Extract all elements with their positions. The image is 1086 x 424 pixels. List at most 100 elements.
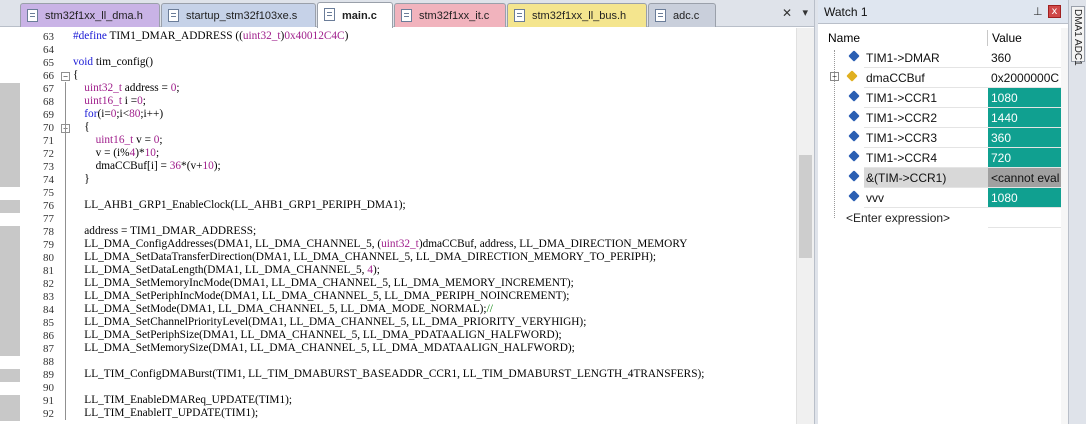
column-name-header[interactable]: Name — [828, 31, 860, 45]
watch-row[interactable]: TIM1->CCR1 1080 — [818, 88, 1061, 108]
watch-row[interactable]: +dmaCCBuf0x2000000C d — [818, 68, 1061, 88]
code-text[interactable]: LL_DMA_SetMode(DMA1, LL_DMA_CHANNEL_5, L… — [73, 303, 493, 315]
watch-value[interactable]: 0x2000000C d — [988, 68, 1061, 88]
code-line[interactable]: 89 LL_TIM_ConfigDMABurst(TIM1, LL_TIM_DM… — [0, 368, 796, 382]
code-text[interactable]: LL_DMA_SetDataTransferDirection(DMA1, LL… — [73, 251, 656, 263]
code-editor[interactable]: stm32f1xx_ll_dma.h startup_stm32f103xe.s… — [0, 0, 814, 424]
breakpoint-margin-marker[interactable] — [0, 239, 20, 252]
breakpoint-margin-marker[interactable] — [0, 252, 20, 265]
code-text[interactable]: v = (i%4)*10; — [73, 147, 160, 159]
code-text[interactable]: LL_DMA_SetMemoryIncMode(DMA1, LL_DMA_CHA… — [73, 277, 574, 289]
enter-expression-input[interactable]: <Enter expression> — [846, 211, 950, 225]
code-text[interactable]: LL_TIM_ConfigDMABurst(TIM1, LL_TIM_DMABU… — [73, 368, 704, 380]
code-text[interactable]: LL_TIM_EnableDMAReq_UPDATE(TIM1); — [73, 394, 292, 406]
breakpoint-margin-marker[interactable] — [0, 369, 20, 382]
scrollbar-thumb[interactable] — [799, 155, 812, 258]
watch-row[interactable]: &(TIM->CCR1) <cannot eval — [818, 168, 1061, 188]
code-line[interactable]: 92 LL_TIM_EnableIT_UPDATE(TIM1); — [0, 407, 796, 421]
breakpoint-margin-marker[interactable] — [0, 161, 20, 174]
watch-row[interactable]: TIM1->CCR2 1440 — [818, 108, 1061, 128]
tab-stm32f1xx-ll-bus-h[interactable]: stm32f1xx_ll_bus.h — [507, 3, 647, 27]
code-text[interactable]: void tim_config() — [73, 56, 153, 68]
close-icon[interactable]: x — [1048, 5, 1061, 18]
breakpoint-margin-marker[interactable] — [0, 200, 20, 213]
tab-main-c[interactable]: main.c — [317, 2, 393, 28]
watch-value[interactable]: 360 — [988, 48, 1061, 68]
code-text[interactable]: uint32_t address = 0; — [73, 82, 179, 94]
code-text[interactable]: for(i=0;i<80;i++) — [73, 108, 163, 120]
code-text[interactable]: LL_DMA_SetPeriphSize(DMA1, LL_DMA_CHANNE… — [73, 329, 561, 341]
pin-icon[interactable]: ⊥ — [1033, 5, 1043, 18]
code-text[interactable]: LL_DMA_SetDataLength(DMA1, LL_DMA_CHANNE… — [73, 264, 380, 276]
breakpoint-margin-marker[interactable] — [0, 408, 20, 421]
watch-row[interactable]: vvv 1080 — [818, 188, 1061, 208]
code-text[interactable]: LL_DMA_SetPeriphIncMode(DMA1, LL_DMA_CHA… — [73, 290, 569, 302]
breakpoint-margin-marker[interactable] — [0, 265, 20, 278]
code-text[interactable]: #define TIM1_DMAR_ADDRESS ((uint32_t)0x4… — [73, 30, 348, 42]
dock-tab-dma1-adc1[interactable]: DMA1 ADC1 — [1071, 6, 1085, 66]
tab-list-dropdown-icon[interactable]: ▾ — [802, 6, 808, 19]
breakpoint-margin-marker[interactable] — [0, 148, 20, 161]
watch-expression-name[interactable]: dmaCCBuf — [866, 71, 925, 85]
watch-expression-name[interactable]: TIM1->DMAR — [866, 51, 940, 65]
breakpoint-margin-marker[interactable] — [0, 174, 20, 187]
breakpoint-margin-marker[interactable] — [0, 109, 20, 122]
breakpoint-margin-marker[interactable] — [0, 317, 20, 330]
watch-value[interactable]: <cannot eval — [988, 168, 1061, 188]
code-text[interactable]: uint16_t i =0; — [73, 95, 146, 107]
column-separator[interactable] — [987, 30, 988, 46]
code-text[interactable]: { — [73, 69, 78, 81]
editor-vertical-scrollbar[interactable] — [796, 28, 814, 424]
watch-expression-name[interactable]: TIM1->CCR4 — [866, 151, 937, 165]
code-line[interactable]: 87 LL_DMA_SetMemorySize(DMA1, LL_DMA_CHA… — [0, 342, 796, 356]
breakpoint-margin-marker[interactable] — [0, 291, 20, 304]
breakpoint-margin-marker[interactable] — [0, 122, 20, 135]
code-area[interactable]: 63 #define TIM1_DMAR_ADDRESS ((uint32_t)0… — [0, 28, 796, 424]
code-text[interactable]: uint16_t v = 0; — [73, 134, 163, 146]
tab-stm32f1xx-ll-dma-h[interactable]: stm32f1xx_ll_dma.h — [20, 3, 160, 27]
breakpoint-margin-marker[interactable] — [0, 83, 20, 96]
code-line[interactable]: 74 } — [0, 173, 796, 187]
watch-value[interactable]: 720 — [988, 148, 1061, 168]
watch-value[interactable]: 360 — [988, 128, 1061, 148]
code-line[interactable]: 69 for(i=0;i<80;i++) — [0, 108, 796, 122]
breakpoint-margin-marker[interactable] — [0, 304, 20, 317]
code-text[interactable]: LL_DMA_ConfigAddresses(DMA1, LL_DMA_CHAN… — [73, 238, 687, 250]
fold-collapse-icon[interactable]: − — [61, 72, 70, 81]
breakpoint-margin-marker[interactable] — [0, 96, 20, 109]
watch-scrollbar[interactable] — [1061, 28, 1068, 424]
watch-value[interactable]: 1080 — [988, 88, 1061, 108]
code-text[interactable]: address = TIM1_DMAR_ADDRESS; — [73, 225, 256, 237]
watch-value[interactable]: 1440 — [988, 108, 1061, 128]
watch-expression-name[interactable]: vvv — [866, 191, 884, 205]
breakpoint-margin-marker[interactable] — [0, 135, 20, 148]
code-line[interactable]: 63 #define TIM1_DMAR_ADDRESS ((uint32_t)0… — [0, 30, 796, 44]
tab-startup-stm32f103xe-s[interactable]: startup_stm32f103xe.s — [161, 3, 316, 27]
code-text[interactable]: LL_DMA_SetChannelPriorityLevel(DMA1, LL_… — [73, 316, 586, 328]
code-line[interactable]: 73 dmaCCBuf[i] = 36*(v+10); — [0, 160, 796, 174]
tab-stm32f1xx-it-c[interactable]: stm32f1xx_it.c — [394, 3, 506, 27]
column-value-header[interactable]: Value — [992, 31, 1022, 45]
watch-row[interactable]: TIM1->CCR3 360 — [818, 128, 1061, 148]
watch-expression-name[interactable]: TIM1->CCR1 — [866, 91, 937, 105]
code-text[interactable]: LL_AHB1_GRP1_EnableClock(LL_AHB1_GRP1_PE… — [73, 199, 405, 211]
breakpoint-margin-marker[interactable] — [0, 226, 20, 239]
close-tab-icon[interactable]: ✕ — [782, 6, 792, 20]
code-line[interactable]: 65 void tim_config() — [0, 56, 796, 70]
watch-expression-name[interactable]: TIM1->CCR3 — [866, 131, 937, 145]
watch-expression-name[interactable]: &(TIM->CCR1) — [866, 171, 946, 185]
code-text[interactable]: LL_DMA_SetMemorySize(DMA1, LL_DMA_CHANNE… — [73, 342, 574, 354]
tab-adc-c[interactable]: adc.c — [648, 3, 716, 27]
code-text[interactable]: { — [73, 121, 89, 133]
watch-expression-name[interactable]: TIM1->CCR2 — [866, 111, 937, 125]
watch-value[interactable]: 1080 — [988, 188, 1061, 208]
code-text[interactable]: } — [73, 173, 89, 185]
code-text[interactable]: dmaCCBuf[i] = 36*(v+10); — [73, 160, 221, 172]
watch-row[interactable]: TIM1->DMAR 360 — [818, 48, 1061, 68]
watch-row[interactable]: TIM1->CCR4 720 — [818, 148, 1061, 168]
breakpoint-margin-marker[interactable] — [0, 278, 20, 291]
breakpoint-margin-marker[interactable] — [0, 343, 20, 356]
breakpoint-margin-marker[interactable] — [0, 395, 20, 408]
breakpoint-margin-marker[interactable] — [0, 330, 20, 343]
code-line[interactable]: 76 LL_AHB1_GRP1_EnableClock(LL_AHB1_GRP1… — [0, 199, 796, 213]
